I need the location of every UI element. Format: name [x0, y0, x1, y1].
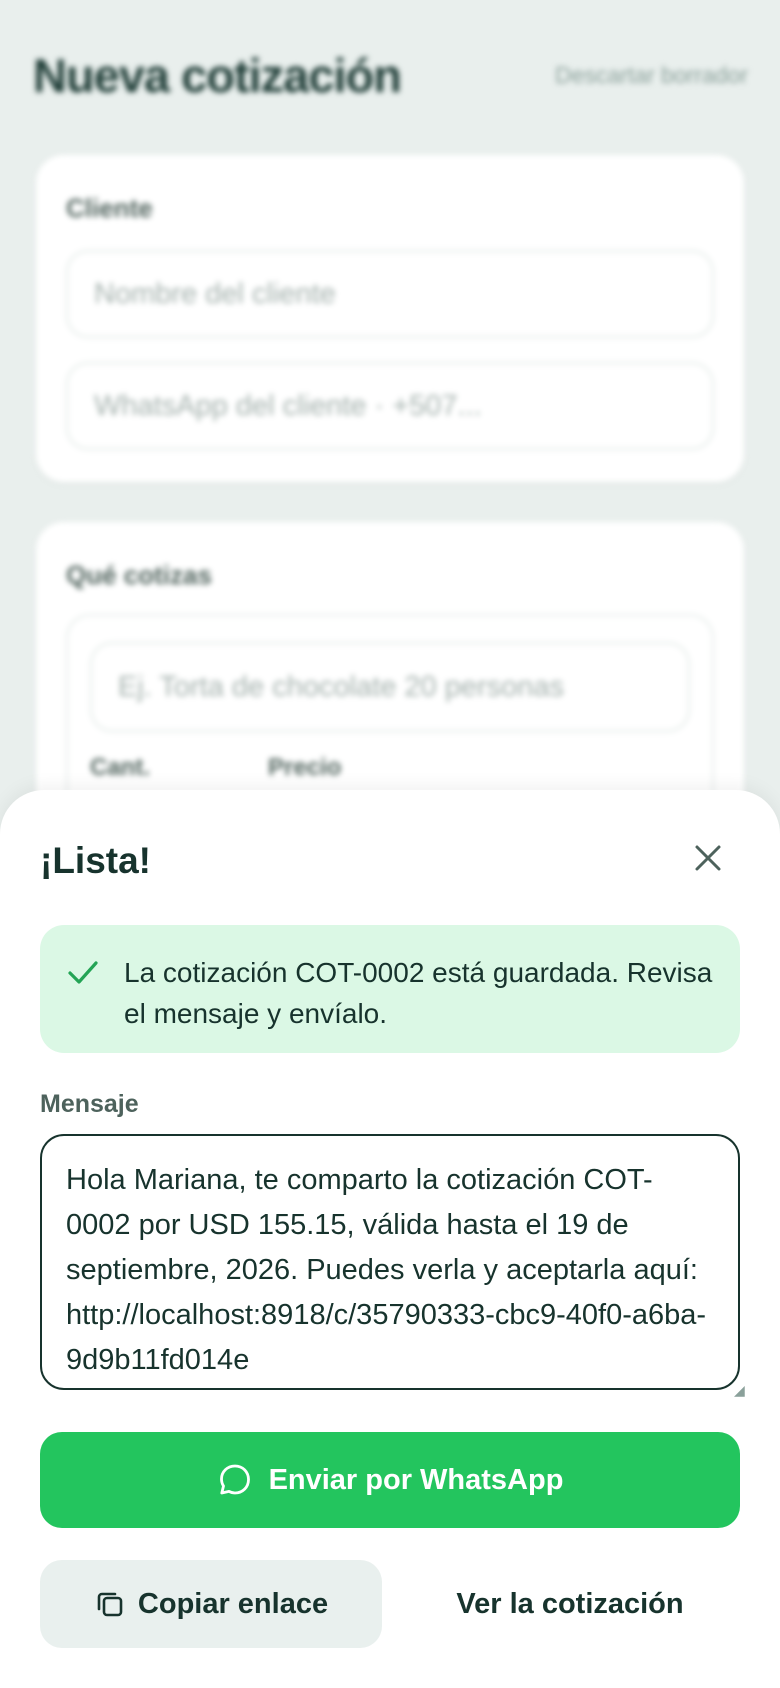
message-text[interactable]: Hola Mariana, te comparto la cotización … — [66, 1158, 716, 1383]
page-title: Nueva cotización — [33, 49, 402, 102]
item-description-input[interactable]: Ej. Torta de chocolate 20 personas — [90, 642, 690, 732]
price-label: Precio — [268, 754, 342, 781]
client-card: Cliente Nombre del cliente WhatsApp del … — [36, 155, 744, 482]
client-whatsapp-input[interactable]: WhatsApp del cliente · +507... — [66, 362, 714, 450]
quote-ready-sheet: ¡Lista! La cotización COT-0002 está guar… — [0, 790, 780, 1688]
sheet-title: ¡Lista! — [40, 840, 151, 881]
success-message: La cotización COT-0002 está guardada. Re… — [124, 957, 713, 1029]
chat-bubble-icon — [217, 1462, 253, 1498]
client-card-label: Cliente — [66, 193, 153, 223]
send-whatsapp-button[interactable]: Enviar por WhatsApp — [40, 1432, 740, 1528]
close-icon — [695, 845, 721, 871]
close-button[interactable] — [683, 833, 733, 883]
success-banner: La cotización COT-0002 está guardada. Re… — [40, 925, 740, 1053]
qty-label: Cant. — [90, 754, 150, 781]
resize-handle[interactable]: ◢ — [734, 1382, 745, 1399]
copy-link-button[interactable]: Copiar enlace — [40, 1560, 382, 1648]
page-header: Nueva cotización Descartar borrador — [33, 48, 748, 103]
copy-icon — [94, 1588, 126, 1620]
message-label: Mensaje — [40, 1090, 139, 1118]
send-whatsapp-label: Enviar por WhatsApp — [268, 1463, 564, 1496]
client-name-input[interactable]: Nombre del cliente — [66, 250, 714, 338]
view-quote-link[interactable]: Ver la cotización — [400, 1560, 740, 1648]
check-icon — [68, 961, 98, 984]
message-textarea[interactable]: Hola Mariana, te comparto la cotización … — [40, 1134, 740, 1390]
discard-draft-link[interactable]: Descartar borrador — [555, 62, 748, 89]
items-card-label: Qué cotizas — [66, 560, 212, 590]
copy-link-label: Copiar enlace — [137, 1587, 329, 1620]
